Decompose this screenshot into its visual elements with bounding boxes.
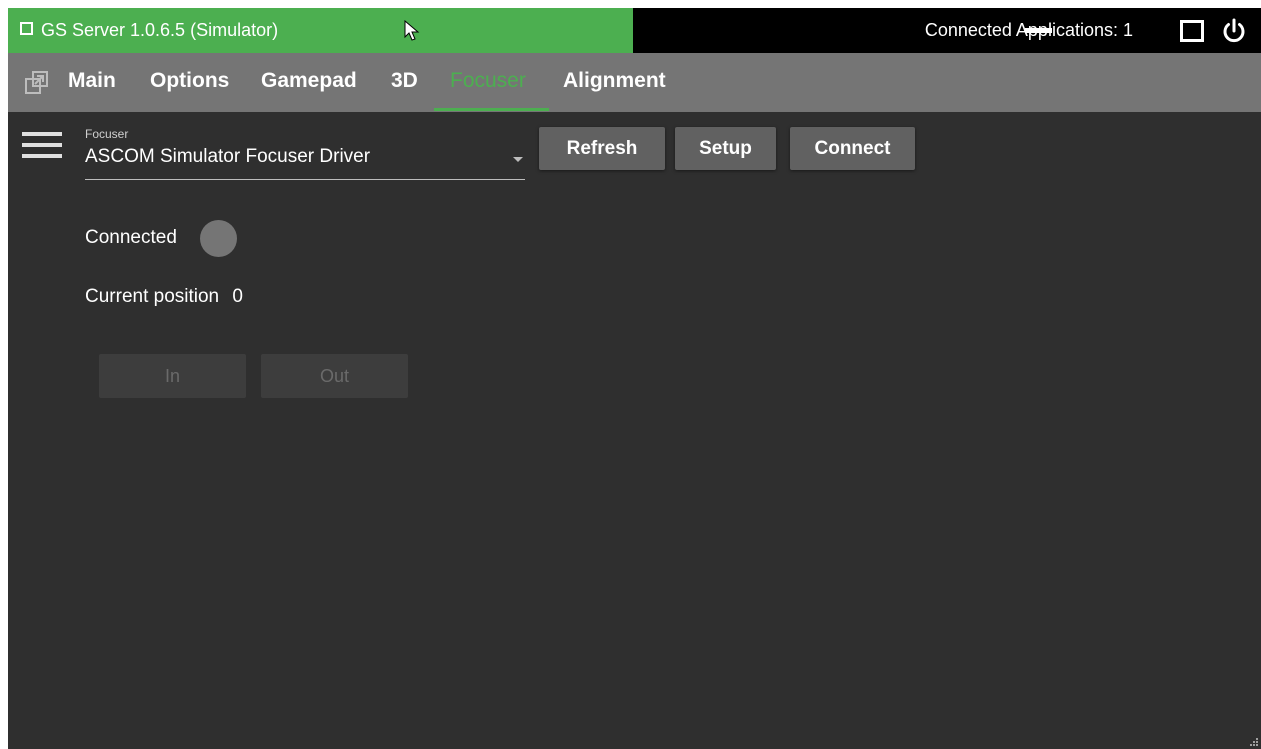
power-icon[interactable]: [1220, 17, 1248, 45]
tab-3d[interactable]: 3D: [391, 69, 418, 93]
connect-button[interactable]: Connect: [790, 127, 915, 170]
focus-out-button[interactable]: Out: [261, 354, 408, 398]
connected-label: Connected: [85, 227, 177, 248]
main-window: GS Server 1.0.6.5 (Simulator) Connected …: [8, 8, 1261, 749]
tab-focuser[interactable]: Focuser: [450, 69, 526, 93]
refresh-button[interactable]: Refresh: [539, 127, 665, 170]
tab-options[interactable]: Options: [150, 69, 229, 93]
current-position-row: Current position 0: [85, 286, 243, 308]
title-bar[interactable]: GS Server 1.0.6.5 (Simulator) Connected …: [8, 8, 1261, 53]
tab-alignment[interactable]: Alignment: [563, 69, 666, 93]
popout-window-icon[interactable]: [24, 70, 50, 96]
tab-bar: Main Options Gamepad 3D Focuser Alignmen…: [8, 53, 1261, 112]
current-position-value: 0: [232, 286, 243, 307]
tab-main[interactable]: Main: [68, 69, 116, 93]
window-title: GS Server 1.0.6.5 (Simulator): [41, 20, 279, 40]
minimize-icon[interactable]: [1025, 28, 1052, 33]
focus-in-button[interactable]: In: [99, 354, 246, 398]
resize-grip-icon[interactable]: [1249, 737, 1259, 747]
menu-icon[interactable]: [22, 132, 62, 160]
mouse-cursor-icon: [404, 20, 420, 41]
app-icon: [20, 22, 33, 35]
setup-button[interactable]: Setup: [675, 127, 776, 170]
tab-gamepad[interactable]: Gamepad: [261, 69, 357, 93]
active-tab-indicator: [434, 108, 549, 111]
focuser-select-label: Focuser: [85, 127, 129, 141]
connected-indicator-icon: [200, 220, 237, 257]
current-position-label: Current position: [85, 286, 220, 307]
focuser-select-value: ASCOM Simulator Focuser Driver: [85, 146, 371, 167]
focuser-select[interactable]: Focuser ASCOM Simulator Focuser Driver: [85, 125, 525, 180]
maximize-icon[interactable]: [1180, 20, 1204, 42]
chevron-down-icon[interactable]: [513, 157, 523, 162]
